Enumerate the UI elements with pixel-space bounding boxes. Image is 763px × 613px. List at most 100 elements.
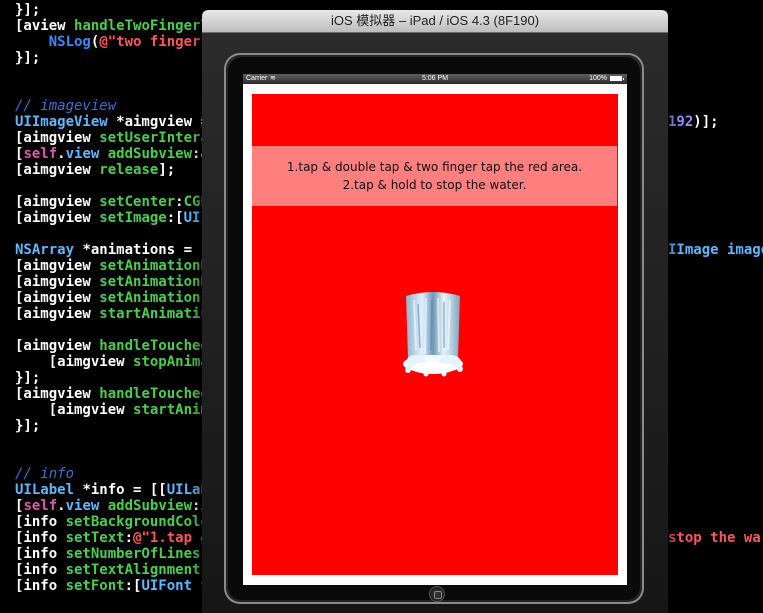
code-token: :: [124, 530, 134, 546]
code-line: [info setNumberOfLines:: [15, 546, 209, 562]
code-line: [aimgview stopAnima: [15, 354, 209, 370]
code-token: IImage imageN: [668, 242, 763, 258]
code-token: setTextAlignment: [65, 562, 201, 578]
simulator-title-bar[interactable]: iOS 模拟器 – iPad / iOS 4.3 (8F190): [202, 10, 668, 33]
simulator-body: Carrier ≋ 5:06 PM 100% 1.tap & double ta…: [202, 33, 668, 613]
code-line: [aimgview setCenter:CGP: [15, 194, 209, 210]
ios-simulator-window[interactable]: iOS 模拟器 – iPad / iOS 4.3 (8F190) Carrier…: [202, 10, 668, 613]
code-token: :: [175, 194, 184, 210]
code-token: setText: [65, 530, 125, 546]
code-line: // info: [15, 466, 74, 482]
code-line: UILabel *info = [[UILabe: [15, 482, 217, 498]
battery-percent: 100%: [589, 75, 607, 82]
code-token: setNumberOfLines: [65, 546, 201, 562]
code-line: }];: [15, 50, 40, 66]
code-token: setImage: [99, 210, 167, 226]
code-line: NSArray *animations = [: [15, 242, 209, 258]
info-label: 1.tap & double tap & two finger tap the …: [252, 146, 617, 206]
code-token: [aimgview: [15, 258, 100, 274]
code-line-fragment: IImage imageN: [668, 242, 763, 258]
code-line: UIImageView *aimgview =: [15, 114, 217, 130]
ipad-screen: Carrier ≋ 5:06 PM 100% 1.tap & double ta…: [243, 74, 627, 585]
code-token: )];: [693, 114, 719, 130]
code-line: [self.view addSubview:a: [15, 146, 209, 162]
status-time: 5:06 PM: [421, 75, 449, 82]
code-token: [info: [15, 562, 66, 578]
code-line: [info setTextAlignment:: [15, 562, 209, 578]
code-token: view: [65, 498, 100, 514]
red-tap-area[interactable]: 1.tap & double tap & two finger tap the …: [252, 94, 618, 575]
code-token: @"1.tap &: [133, 530, 209, 546]
code-token: setAnimationR: [99, 274, 209, 290]
code-token: handleTouched: [99, 386, 209, 402]
code-token: :[: [166, 210, 184, 226]
code-line: }];: [15, 370, 40, 386]
code-token: [aimgview: [15, 162, 100, 178]
code-token: [info: [15, 578, 66, 594]
code-line: [aview handleTwoFingerT: [15, 18, 209, 34]
code-line: [aimgview startAnim: [15, 402, 209, 418]
code-line: }];: [15, 418, 40, 434]
code-token: [aimgview: [15, 402, 134, 418]
code-token: *animations = [: [74, 242, 209, 258]
code-token: self: [23, 498, 58, 514]
home-button[interactable]: [429, 586, 445, 602]
simulator-title: iOS 模拟器 – iPad / iOS 4.3 (8F190): [330, 13, 540, 28]
code-token: .: [57, 146, 66, 162]
code-line: [aimgview handleTouched: [15, 386, 209, 402]
code-line: [info setText:@"1.tap &: [15, 530, 209, 546]
code-token: release: [99, 162, 159, 178]
code-token: }];: [15, 418, 41, 434]
code-token: startAnimating: [99, 306, 218, 322]
code-token: stopAnima: [133, 354, 209, 370]
code-token: *aimgview =: [107, 114, 218, 130]
code-token: [aimgview: [15, 274, 100, 290]
code-token: [info: [15, 530, 66, 546]
code-token: [info: [15, 514, 66, 530]
code-token: [aimgview: [15, 210, 100, 226]
code-token: stop the wa: [668, 530, 761, 546]
info-line-1: 1.tap & double tap & two finger tap the …: [286, 160, 583, 174]
code-token: setFont: [65, 578, 125, 594]
code-token: [aimgview: [15, 338, 100, 354]
code-token: }];: [15, 2, 41, 18]
code-token: handleTwoFingerT: [74, 18, 209, 34]
code-token: [aimgview: [15, 130, 100, 146]
code-token: NSArray: [15, 242, 75, 258]
code-line: [aimgview setImage:[UIIm: [15, 210, 217, 226]
code-token: ];: [158, 162, 176, 178]
code-token: startAnim: [133, 402, 209, 418]
code-line: NSLog(@"two finger: [15, 34, 209, 50]
code-token: [aimgview: [15, 306, 100, 322]
code-token: self: [23, 146, 58, 162]
code-token: .: [57, 498, 66, 514]
code-token: [aimgview: [15, 386, 100, 402]
waterfall-image[interactable]: [398, 290, 468, 380]
code-token: }];: [15, 370, 41, 386]
code-token: *info = [[: [74, 482, 167, 498]
code-token: setAnimationI: [99, 290, 209, 306]
code-token: :[: [124, 578, 142, 594]
code-token: UIImageView: [15, 114, 108, 130]
code-token: setUserIntera: [99, 130, 209, 146]
code-line: // imageview: [15, 98, 116, 114]
code-token: addSubview: [107, 498, 193, 514]
code-token: setBackgroundColo: [65, 514, 209, 530]
code-line: [aimgview startAnimating: [15, 306, 217, 322]
code-token: addSubview: [107, 146, 193, 162]
code-token: setAnimationD: [99, 258, 209, 274]
code-line: [aimgview handleTouched: [15, 338, 209, 354]
code-line: [aimgview setUserIntera: [15, 130, 209, 146]
code-line: }];: [15, 2, 40, 18]
code-token: // imageview: [15, 98, 117, 114]
code-line: [info setFont:[UIFont f: [15, 578, 209, 594]
info-line-2: 2.tap & hold to stop the water.: [342, 178, 527, 192]
code-token: }];: [15, 50, 41, 66]
code-line: [aimgview setAnimationD: [15, 258, 209, 274]
status-bar: Carrier ≋ 5:06 PM 100%: [243, 74, 627, 84]
code-token: NSLog: [48, 34, 91, 50]
code-token: setCenter: [99, 194, 176, 210]
